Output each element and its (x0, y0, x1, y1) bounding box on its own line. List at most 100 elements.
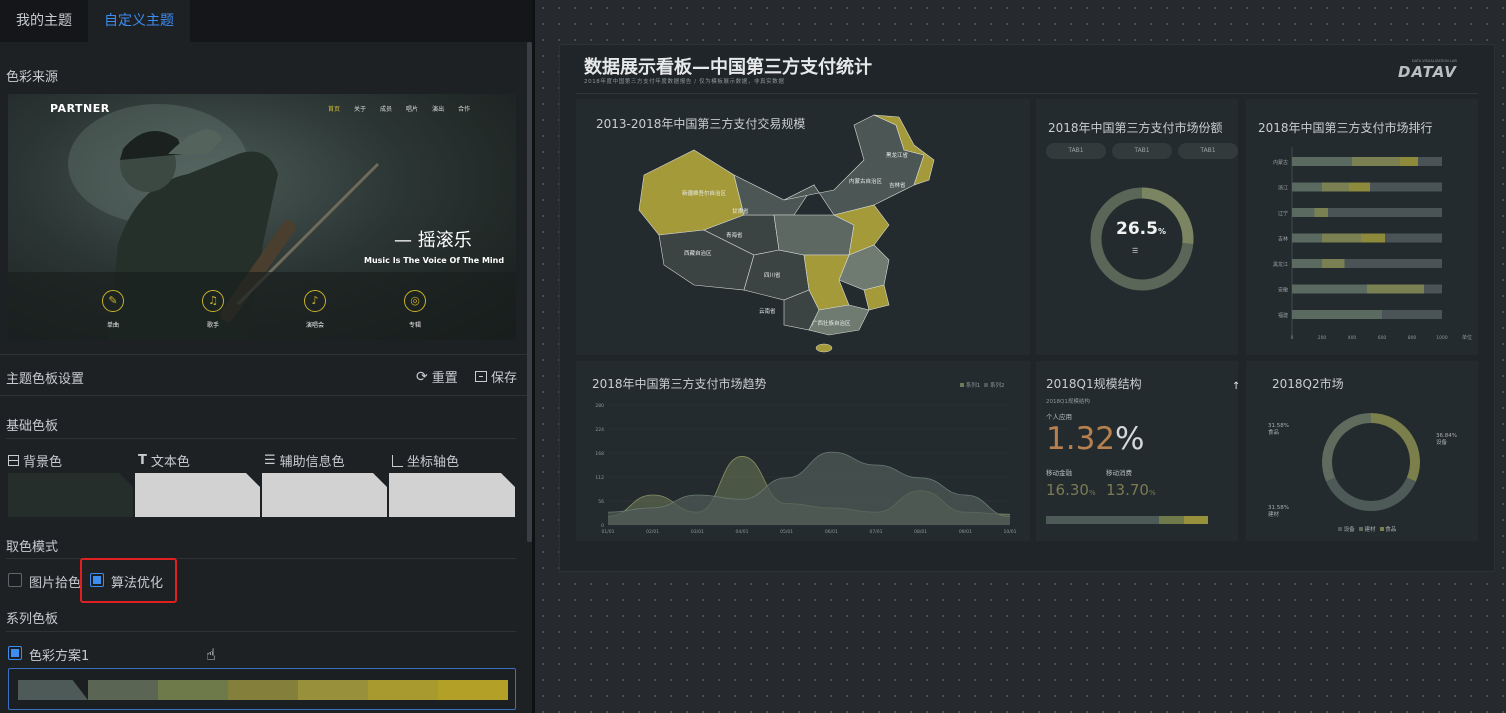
q1-title: 2018Q1规模结构 (1046, 377, 1142, 391)
market-share-title: 2018年中国第三方支付市场份额 (1048, 121, 1223, 135)
trend-x-tick: 10/01 (1004, 529, 1017, 535)
concert-icon: ♪ (304, 290, 326, 312)
q1-item-2-label: 移动消费 (1106, 469, 1132, 477)
q1-big-unit: % (1115, 421, 1145, 457)
rank-category-label: 辽宁 (1278, 210, 1288, 217)
base-color-aux[interactable]: ☰ 辅助信息色 (264, 451, 345, 470)
trend-x-tick: 09/01 (959, 529, 972, 535)
q1-item-1-label: 移动金融 (1046, 469, 1072, 477)
preview-nav-members: 成员 (380, 106, 393, 113)
q1-item-2-number: 13.70 (1106, 481, 1149, 499)
ranking-title: 2018年中国第三方支付市场排行 (1258, 121, 1433, 135)
rank-bar-segment (1367, 284, 1424, 294)
color-source-image[interactable]: PARTNER 首页 关于 成员 唱片 演出 合作 — 摇滚乐 Music Is… (8, 94, 516, 340)
rank-bar-segment (1400, 157, 1418, 166)
preview-nav: 首页 关于 成员 唱片 演出 合作 (328, 104, 470, 113)
rank-category-label: 福建 (1278, 312, 1288, 319)
tab-my-themes[interactable]: 我的主题 (0, 0, 88, 42)
map-label-sichuan: 四川省 (764, 271, 781, 279)
preview-item-label: 演唱会 (305, 322, 324, 329)
algorithm-optimize-checkbox[interactable] (90, 573, 104, 587)
q1-panel: 2018Q1规模结构 ↑ 2018Q1规模结构 个人应用 1.32% 移动金融 … (1036, 361, 1240, 541)
trend-area-chart: 280 224 168 112 56 001/01 02/01 03/01 04/01 05/01… (595, 403, 1017, 535)
base-color-axis[interactable]: 坐标轴色 (392, 451, 459, 470)
save-label: 保存 (491, 371, 518, 386)
q2-donut-chart (1322, 413, 1420, 511)
share-tab-3[interactable]: TAB1 (1178, 143, 1238, 159)
rock-guitarist-photo (8, 104, 516, 340)
preview-headline: — 摇滚乐 (394, 230, 472, 251)
share-tab-2[interactable]: TAB1 (1112, 143, 1172, 159)
rank-bar-segment (1292, 233, 1322, 243)
share-tab-1[interactable]: TAB1 (1046, 143, 1106, 159)
image-pick-checkbox[interactable] (8, 573, 22, 587)
bg-color-swatch[interactable] (8, 473, 133, 517)
rank-x-unit: 单位 (1462, 334, 1472, 341)
album-icon: ◎ (404, 290, 426, 312)
series-color-1[interactable] (18, 680, 88, 700)
axis-icon (392, 454, 403, 467)
arrow-up-icon[interactable]: ↑ (1232, 381, 1240, 392)
map-label-qinghai: 青海省 (726, 231, 743, 239)
bg-layout-icon (8, 455, 19, 466)
axis-color-swatch[interactable] (389, 473, 515, 517)
series-color-3[interactable] (158, 680, 228, 700)
q1-item-1-number: 16.30 (1046, 481, 1089, 499)
base-color-label: 辅助信息色 (279, 455, 345, 470)
q1-item-1-value: 16.30% (1046, 481, 1096, 499)
q1-item-2-unit: % (1148, 489, 1156, 497)
share-number: 26.5 (1116, 219, 1158, 239)
scheme-checkbox[interactable] (8, 646, 22, 660)
base-color-label: 文本色 (150, 455, 190, 470)
base-color-text[interactable]: T 文本色 (138, 451, 190, 470)
map-label-jilin: 吉林省 (889, 181, 906, 189)
preview-item-label: 歌手 (206, 322, 219, 329)
dashboard-preview[interactable]: 数据展示看板—中国第三方支付统计 2018年度中国第三方支付年度数据报告 / 仅… (560, 45, 1494, 571)
q1-progress-bar (1046, 516, 1208, 524)
q1-subtitle: 2018Q1规模结构 (1046, 399, 1090, 405)
series-color-2[interactable] (88, 680, 158, 700)
trend-x-tick: 08/01 (914, 529, 927, 535)
datav-logo: DATAV (1398, 63, 1457, 81)
share-value: 26.5% (1116, 219, 1166, 239)
singer-icon: ♫ (202, 290, 224, 312)
trend-x-tick: 01/01 (602, 529, 615, 535)
refresh-icon: ⟳ (416, 368, 428, 385)
series-color-6[interactable] (368, 680, 438, 700)
market-share-panel: 2018年中国第三方支付市场份额 TAB1 TAB1 TAB1 26.5% ☰ (1036, 99, 1238, 355)
reset-label: 重置 (431, 371, 458, 386)
series-color-5[interactable] (298, 680, 368, 700)
save-button[interactable]: 保存 (475, 367, 517, 386)
trend-x-tick: 03/01 (691, 529, 704, 535)
map-label-tibet: 西藏自治区 (684, 249, 712, 257)
rank-x-tick: 1000 (1436, 335, 1448, 341)
q1-item-2-value: 13.70% (1106, 481, 1156, 499)
series-color-7[interactable] (438, 680, 508, 700)
trend-panel: 2018年中国第三方支付市场趋势 系列1 系列2 280 224 168 112 56 0… (576, 361, 1030, 541)
share-unit: % (1157, 227, 1166, 236)
preview-logo: PARTNER (50, 102, 110, 115)
trend-y-tick: 224 (595, 427, 604, 433)
aux-color-swatch[interactable] (262, 473, 387, 517)
base-color-bg[interactable]: 背景色 (8, 451, 62, 470)
reset-button[interactable]: ⟳ 重置 (416, 367, 458, 387)
series-color-strip (18, 680, 508, 700)
tab-custom-theme[interactable]: 自定义主题 (88, 0, 190, 42)
base-color-label: 背景色 (23, 455, 63, 470)
trend-area-series-2 (608, 452, 1010, 525)
rank-x-tick: 800 (1408, 335, 1417, 341)
q2-panel: 2018Q2市场 31.58% 食品 36.84% 设备 31.58% 建材 设备 建… (1246, 361, 1478, 541)
q2-slice-3 (1322, 413, 1372, 482)
q2-label-materials: 31.58% 建材 (1268, 505, 1289, 518)
series-palette-box[interactable] (8, 668, 516, 710)
trend-title: 2018年中国第三方支付市场趋势 (592, 377, 767, 391)
series-color-4[interactable] (228, 680, 298, 700)
text-color-swatch[interactable] (135, 473, 260, 517)
q2-legend-materials: 建材 (1358, 525, 1376, 533)
q1-big-number: 1.32 (1046, 421, 1116, 457)
legend-series-1: 系列1 (960, 381, 980, 389)
scheme-label: 色彩方案1 (29, 649, 90, 664)
image-pick-label: 图片拾色 (29, 576, 82, 591)
color-source-heading: 色彩来源 (6, 70, 59, 85)
map-label-yunnan: 云南省 (759, 307, 776, 315)
